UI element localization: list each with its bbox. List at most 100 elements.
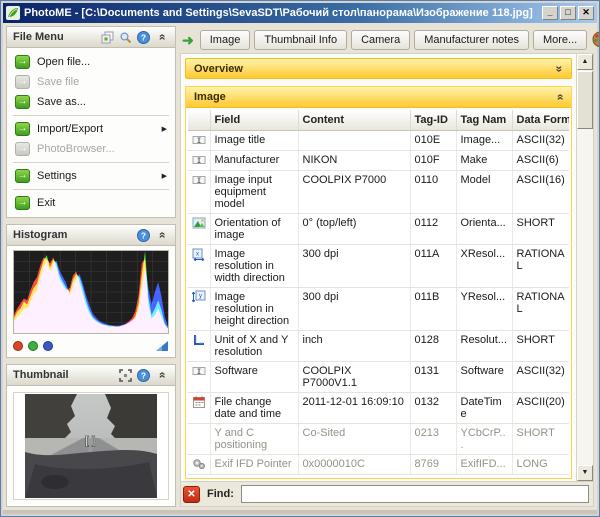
file-menu-panel: File Menu ? » →Open file...→Save file→Sa… [6,26,176,218]
table-row-image-input-equipment-model[interactable]: Image input equipment modelCOOLPIX P7000… [188,171,569,214]
help-icon[interactable]: ? [136,30,151,45]
file-menu-item-save-as[interactable]: →Save as... [11,92,171,112]
table-row-unit-of-x-and-y-resolution[interactable]: Unit of X and Y resolutioninch0128Resolu… [188,331,569,362]
histogram-header: Histogram ? » [7,225,175,246]
field-content[interactable]: COOLPIX P7000V1.1 [298,362,410,393]
close-find-icon[interactable]: ✕ [183,486,200,503]
column-header-content[interactable]: Content [298,110,410,131]
table-row-image-resolution-in-width-direction[interactable]: xImage resolution in width direction300 … [188,245,569,288]
file-menu-item-open-file[interactable]: →Open file... [11,52,171,72]
tab-more[interactable]: More... [533,30,587,50]
field-content[interactable]: 2011-12-01 16:09:10 [298,393,410,424]
data-format: SHORT [512,424,569,455]
file-menu-item-save-file: →Save file [11,72,171,92]
field-content[interactable]: 300 dpi [298,288,410,331]
calendar-icon [188,393,210,424]
tab-thumbnail-info[interactable]: Thumbnail Info [254,30,347,50]
table-row-image-title[interactable]: Image title010EImage...ASCII(32) [188,131,569,151]
tag-name: Image... [456,131,512,151]
crop-frame-icon[interactable] [118,368,133,383]
menu-item-label: Import/Export [37,123,155,135]
field-content[interactable]: inch [298,331,410,362]
menu-item-label: Open file... [37,56,167,68]
tag-name: ExifIFD... [456,455,512,475]
thumbnail-panel: Thumbnail ? » [6,364,176,507]
go-arrow-icon[interactable]: ➜ [182,33,194,47]
duplicate-icon[interactable] [100,30,115,45]
file-menu-header: File Menu ? » [7,27,175,48]
icon-column-header[interactable] [188,110,210,131]
maximize-button[interactable]: □ [560,6,576,20]
help-icon[interactable]: ? [136,228,151,243]
green-arrow-icon: → [15,196,30,210]
field-name: Software [210,362,298,393]
tab-camera[interactable]: Camera [351,30,410,50]
table-row-y-and-c-positioning[interactable]: Y and C positioningCo-Sited0213YCbCrP...… [188,424,569,455]
svg-text:x: x [196,252,199,258]
red-channel-dot[interactable] [13,341,23,351]
menu-separator [13,162,169,163]
tag-name: Orienta... [456,214,512,245]
field-content[interactable]: 0° (top/left) [298,214,410,245]
table-row-exif-ifd-pointer[interactable]: Exif IFD Pointer0x0000010C8769ExifIFD...… [188,455,569,475]
collapse-icon[interactable]: » [553,94,567,101]
tabs: ImageThumbnail InfoCameraManufacturer no… [200,30,587,50]
titlebar[interactable]: PhotoME - [C:\Documents and Settings\Sev… [3,3,597,23]
text-icon [188,131,210,151]
image-section-bar[interactable]: Image » [186,87,571,108]
field-content[interactable]: 300 dpi [298,245,410,288]
field-name: Image input equipment model [210,171,298,214]
tag-name: YResol... [456,288,512,331]
column-header-tag-nam[interactable]: Tag Nam [456,110,512,131]
table-row-image-resolution-in-height-direction[interactable]: yImage resolution in height direction300… [188,288,569,331]
vertical-scrollbar[interactable]: ▲ ▼ [576,54,593,481]
table-row-file-change-date-and-time[interactable]: File change date and time2011-12-01 16:0… [188,393,569,424]
blue-channel-dot[interactable] [43,341,53,351]
overview-section-bar[interactable]: Overview » [185,58,572,79]
file-menu-item-import-export[interactable]: →Import/Export▶ [11,119,171,139]
file-menu-item-settings[interactable]: →Settings▶ [11,166,171,186]
collapse-icon[interactable]: » [154,228,169,243]
column-header-data-format[interactable]: Data Format [512,110,569,131]
file-menu-item-exit[interactable]: → Exit [11,193,171,213]
svg-text:?: ? [141,230,146,240]
minimize-button[interactable]: _ [542,6,558,20]
svg-text:?: ? [141,370,146,380]
tab-image[interactable]: Image [200,30,251,50]
field-name: File change date and time [210,393,298,424]
histogram-mode-icon[interactable] [155,340,169,352]
table-row-orientation-of-image[interactable]: Orientation of image0° (top/left)0112Ori… [188,214,569,245]
data-format: SHORT [512,331,569,362]
green-channel-dot[interactable] [28,341,38,351]
column-header-field[interactable]: Field [210,110,298,131]
help-icon[interactable]: ? [136,368,151,383]
data-format: LONG [512,455,569,475]
close-button[interactable]: ✕ [578,6,594,20]
app-icon [6,6,20,20]
color-palette-icon[interactable] [591,31,600,49]
tab-manufacturer-notes[interactable]: Manufacturer notes [414,30,529,50]
table-row-software[interactable]: SoftwareCOOLPIX P7000V1.10131SoftwareASC… [188,362,569,393]
collapse-icon[interactable]: » [154,368,169,383]
column-header-tag-id[interactable]: Tag-ID [410,110,456,131]
find-label: Find: [207,488,234,500]
field-name: Unit of X and Y resolution [210,331,298,362]
scroll-down-button[interactable]: ▼ [577,465,593,481]
find-input[interactable] [241,485,589,503]
scrollbar-thumb[interactable] [577,71,593,129]
thumbnail-title: Thumbnail [13,369,115,381]
expand-icon[interactable]: » [553,65,567,72]
thumbnail-image[interactable]: [ ] [25,394,157,498]
menu-item-label: Exit [37,197,167,209]
field-content: NIKON [298,151,410,171]
menu-separator [13,115,169,116]
collapse-icon[interactable]: » [154,30,169,45]
search-icon[interactable] [118,30,133,45]
resy-icon: y [188,288,210,331]
scroll-up-button[interactable]: ▲ [577,54,593,70]
scrollbar-track[interactable] [577,129,593,465]
gears-icon [188,455,210,475]
table-row-manufacturer[interactable]: ManufacturerNIKON010FMakeASCII(6) [188,151,569,171]
file-menu-list: →Open file...→Save file→Save as...→Impor… [7,48,175,217]
field-name: Exif IFD Pointer [210,455,298,475]
